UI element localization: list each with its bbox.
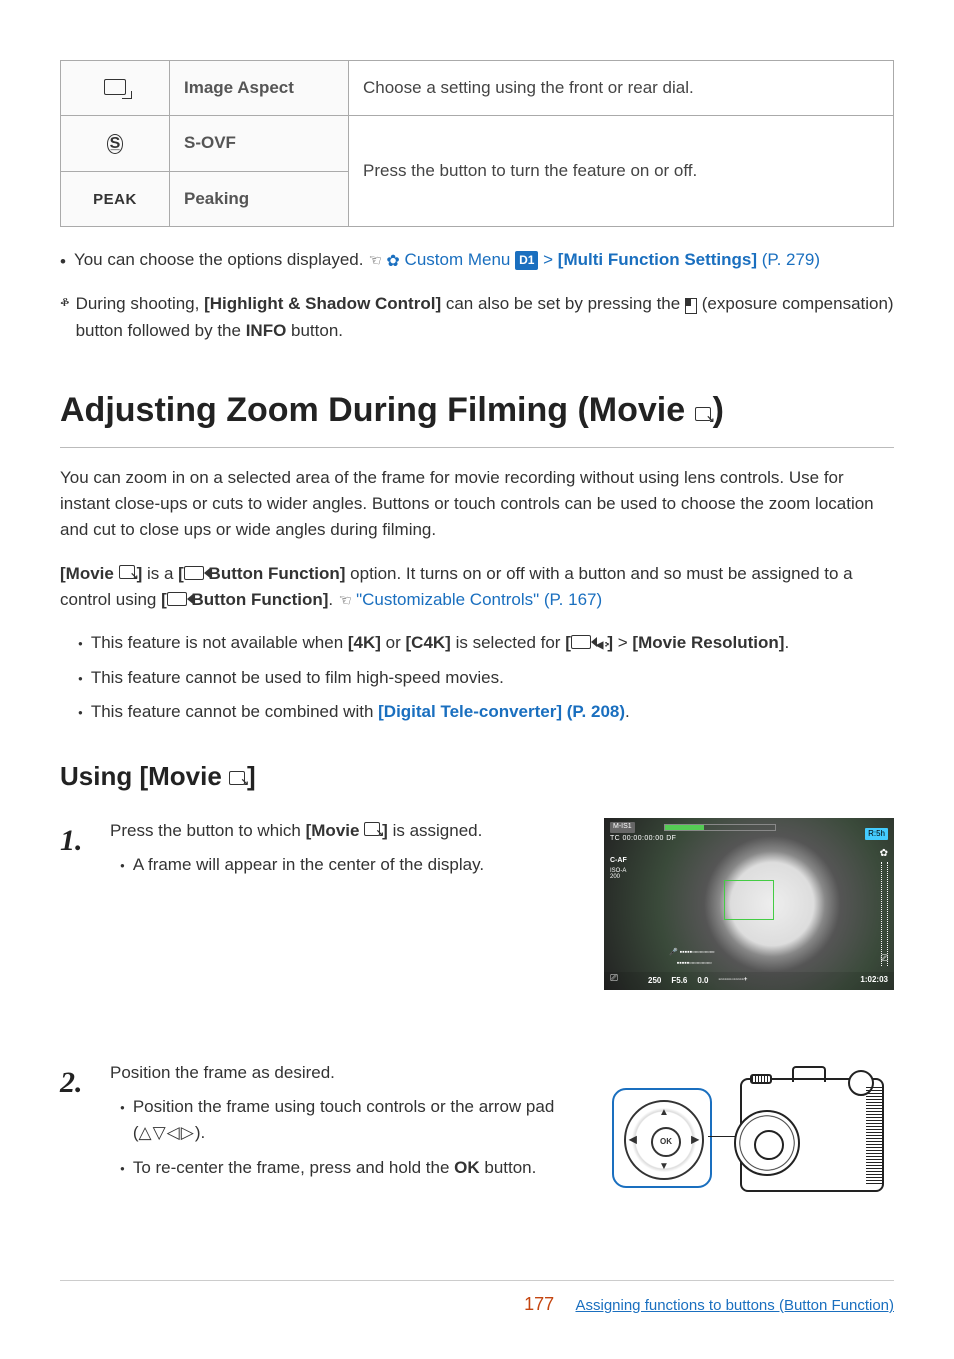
preview-side-icon: ⎚ xyxy=(881,952,888,966)
feature-bullet-4k: ● This feature is not available when [4K… xyxy=(78,630,894,656)
preview-bottom-bar: 250 F5.6 0.0 -▫▫▫▫▫◦▫▫▫▫▫+ xyxy=(604,972,894,990)
icon-cell-peak: PEAK xyxy=(61,171,170,226)
intro-paragraph: You can zoom in on a selected area of th… xyxy=(60,465,894,544)
preview-timecode: TC 00:00:00:00 DF xyxy=(610,834,676,845)
note-lead: You can choose the options displayed. xyxy=(74,250,364,269)
dpad-right-icon: ▶ xyxy=(691,1132,699,1148)
footer-link[interactable]: Assigning functions to buttons (Button F… xyxy=(575,1297,894,1314)
s-ovf-icon: S̲ xyxy=(107,134,124,154)
label-peaking: Peaking xyxy=(170,171,349,226)
tip-icon: ቆ xyxy=(60,291,70,313)
preview-iso: ISO-A200 xyxy=(610,868,626,881)
icon-cell-aspect xyxy=(61,61,170,116)
subheading-using-movie: Using [Movie ] xyxy=(60,756,894,796)
movie-zoom-icon xyxy=(229,771,247,787)
feature-bullet-highspeed: ● This feature cannot be used to film hi… xyxy=(78,665,894,691)
step-1-sub: ● A frame will appear in the center of t… xyxy=(120,852,590,878)
bullet-icon: ● xyxy=(120,860,125,872)
arrow-pad-icon: △▽◁▷ xyxy=(139,1123,195,1142)
peaking-icon: PEAK xyxy=(93,191,137,208)
step-number: 1. xyxy=(60,818,110,865)
preview-side-scale xyxy=(881,862,888,966)
movie-quality-icon xyxy=(596,633,608,652)
step-2: 2. Position the frame as desired. ● Posi… xyxy=(60,1060,894,1210)
preview-progress-bar xyxy=(664,824,776,831)
bullet-icon: • xyxy=(60,249,66,275)
dpad-up-icon: ▲ xyxy=(659,1105,669,1121)
movie-zoom-icon xyxy=(695,407,713,423)
preview-caf: C-AF xyxy=(610,856,627,867)
movie-icon xyxy=(167,592,187,606)
table-row: S̲ S-OVF Press the button to turn the fe… xyxy=(61,116,894,171)
d1-badge-icon: D1 xyxy=(515,251,538,270)
assign-paragraph: [Movie ] is a [ Button Function] option.… xyxy=(60,561,894,614)
preview-time: 1:02:03 xyxy=(860,974,888,986)
heading-adjusting-zoom: Adjusting Zoom During Filming (Movie ) xyxy=(60,384,894,448)
table-row: Image Aspect Choose a setting using the … xyxy=(61,61,894,116)
bullet-icon: ● xyxy=(78,638,83,650)
bullet-icon: ● xyxy=(78,707,83,719)
movie-zoom-icon xyxy=(119,565,137,581)
link-multi-function-settings[interactable]: ✿ Custom Menu D1 > [Multi Function Setti… xyxy=(386,250,820,269)
bullet-icon: ● xyxy=(78,673,83,685)
link-customizable-controls[interactable]: "Customizable Controls" (P. 167) xyxy=(356,590,602,609)
options-table: Image Aspect Choose a setting using the … xyxy=(60,60,894,227)
dpad-highlight: OK ▲ ▼ ◀ ▶ xyxy=(612,1088,712,1188)
preview-gear-icon: ✿ xyxy=(880,846,888,862)
desc-image-aspect: Choose a setting using the front or rear… xyxy=(349,61,894,116)
preview-zoom-frame xyxy=(724,880,774,920)
camera-body-icon xyxy=(740,1078,884,1192)
reference-icon: ☞ xyxy=(336,588,353,613)
bullet-icon: ● xyxy=(120,1102,125,1114)
exposure-compensation-icon xyxy=(685,298,697,313)
link-digital-teleconverter[interactable]: [Digital Tele-converter] (P. 208) xyxy=(378,702,625,721)
dpad-ok-button: OK xyxy=(651,1127,681,1157)
camera-preview-illustration: M-IS1 TC 00:00:00:00 DF C-AF ISO-A200 R:… xyxy=(604,818,894,990)
tip-highlight-shadow: ቆ During shooting, [Highlight & Shadow C… xyxy=(60,291,894,344)
page-footer: 177 Assigning functions to buttons (Butt… xyxy=(60,1280,894,1319)
movie-icon xyxy=(184,566,204,580)
label-image-aspect: Image Aspect xyxy=(170,61,349,116)
dpad-down-icon: ▼ xyxy=(659,1159,669,1175)
step-number: 2. xyxy=(60,1060,110,1107)
movie-zoom-icon xyxy=(364,822,382,838)
bullet-icon: ● xyxy=(120,1163,125,1175)
preview-right-badge: R:5h xyxy=(865,828,888,840)
reference-icon: ☞ xyxy=(366,248,383,273)
movie-icon xyxy=(571,635,591,649)
page-number: 177 xyxy=(524,1294,554,1314)
step-2-sub-b: ● To re-center the frame, press and hold… xyxy=(120,1155,590,1181)
icon-cell-sovf: S̲ xyxy=(61,116,170,171)
desc-toggle-feature: Press the button to turn the feature on … xyxy=(349,116,894,227)
image-aspect-icon xyxy=(104,79,126,95)
step-2-sub-a: ● Position the frame using touch control… xyxy=(120,1094,590,1147)
label-s-ovf: S-OVF xyxy=(170,116,349,171)
camera-diagram-illustration: OK ▲ ▼ ◀ ▶ xyxy=(604,1060,894,1210)
gear-icon: ✿ xyxy=(386,253,399,270)
preview-rec-badge: M-IS1 xyxy=(610,822,635,833)
dpad-left-icon: ◀ xyxy=(629,1132,637,1148)
feature-bullet-teleconverter: ● This feature cannot be combined with [… xyxy=(78,699,894,725)
preview-audio-meter: 🎤 ▪▪▪▪▪▫▫▫▫▫▫▫▫▫ ▪▪▪▪▪▫▫▫▫▫▫▫▫▫ xyxy=(669,948,714,970)
note-choose-options: • You can choose the options displayed. … xyxy=(60,247,894,275)
dpad-icon: OK ▲ ▼ ◀ ▶ xyxy=(624,1100,704,1180)
step-1: 1. Press the button to which [Movie ] is… xyxy=(60,818,894,990)
